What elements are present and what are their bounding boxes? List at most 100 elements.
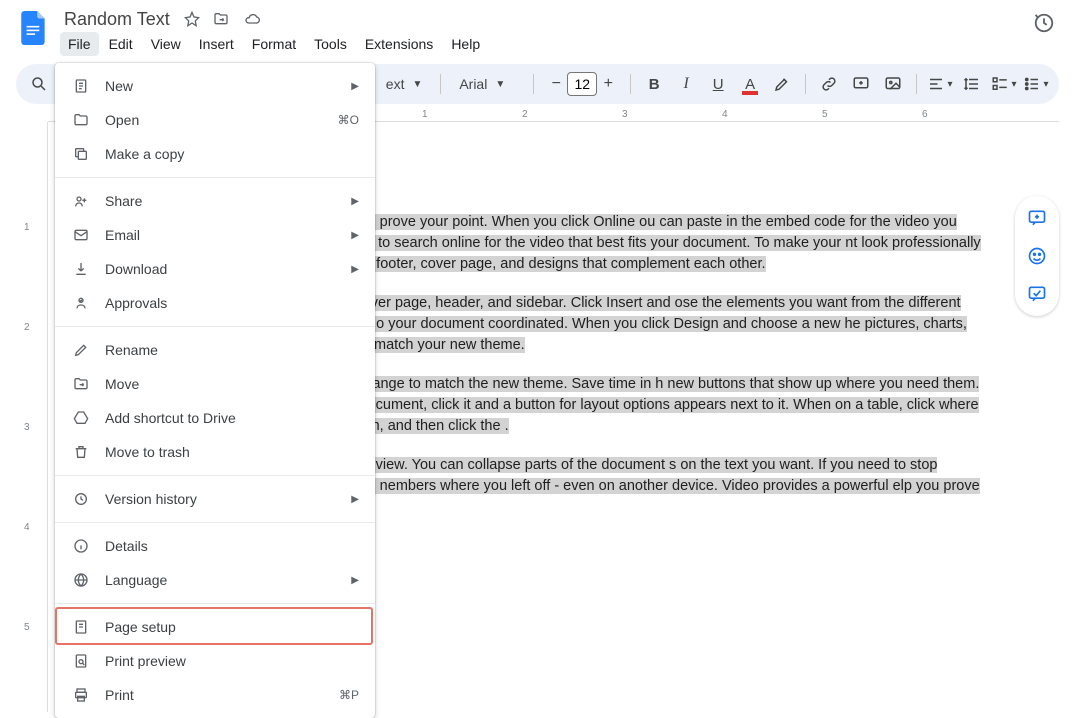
menu-new[interactable]: New ▶ (55, 69, 375, 103)
move-folder-icon[interactable] (212, 11, 230, 27)
email-icon (71, 227, 91, 243)
bulleted-list-button[interactable]: ▾ (1023, 70, 1049, 98)
checklist-button[interactable]: ▾ (991, 70, 1017, 98)
menu-view[interactable]: View (143, 32, 189, 56)
menu-rename[interactable]: Rename (55, 333, 375, 367)
style-label: ext (386, 76, 405, 92)
link-button[interactable] (816, 70, 842, 98)
menu-label: Print preview (105, 653, 359, 669)
ruler-tick: 6 (922, 109, 928, 120)
menu-move[interactable]: Move (55, 367, 375, 401)
text-color-button[interactable]: A (737, 70, 763, 98)
drive-shortcut-icon (71, 410, 91, 426)
move-icon (71, 376, 91, 392)
menu-bar: File Edit View Insert Format Tools Exten… (60, 32, 1033, 56)
menu-make-copy[interactable]: Make a copy (55, 137, 375, 171)
menu-label: Add shortcut to Drive (105, 410, 359, 426)
emoji-side-button[interactable] (1023, 242, 1051, 270)
style-selector[interactable]: ext▼ (378, 76, 431, 92)
align-button[interactable]: ▾ (927, 70, 953, 98)
menu-label: Approvals (105, 295, 359, 311)
menu-separator (55, 522, 375, 523)
file-menu-dropdown: New ▶ Open ⌘O Make a copy Share ▶ Email … (55, 63, 375, 718)
ruler-tick: 3 (622, 109, 628, 120)
menu-label: Language (105, 572, 337, 588)
menu-open[interactable]: Open ⌘O (55, 103, 375, 137)
folder-icon (71, 112, 91, 128)
menu-add-shortcut[interactable]: Add shortcut to Drive (55, 401, 375, 435)
vruler-tick: 4 (24, 522, 30, 533)
font-size-control: − + (544, 71, 620, 97)
menu-file[interactable]: File (60, 32, 99, 56)
menu-label: Download (105, 261, 337, 277)
decrease-font-button[interactable]: − (545, 75, 567, 93)
chevron-down-icon: ▾ (947, 79, 952, 90)
menu-label: Share (105, 193, 337, 209)
menu-print[interactable]: Print ⌘P (55, 678, 375, 712)
menu-print-preview[interactable]: Print preview (55, 644, 375, 678)
menu-details[interactable]: Details (55, 529, 375, 563)
vruler-tick: 2 (24, 322, 30, 333)
font-label: Arial (459, 76, 487, 92)
italic-button[interactable]: I (673, 70, 699, 98)
menu-label: New (105, 78, 337, 94)
submenu-arrow-icon: ▶ (351, 196, 359, 207)
line-spacing-button[interactable] (959, 70, 985, 98)
approvals-icon (71, 295, 91, 311)
menu-move-to-trash[interactable]: Move to trash (55, 435, 375, 469)
info-icon (71, 538, 91, 554)
page-setup-icon (71, 619, 91, 635)
activity-icon[interactable] (1033, 8, 1059, 34)
trash-icon (71, 444, 91, 460)
ruler-tick: 4 (722, 109, 728, 120)
shortcut-label: ⌘P (339, 688, 359, 702)
insert-image-button[interactable] (880, 70, 906, 98)
menu-language[interactable]: Language ▶ (55, 563, 375, 597)
menu-label: Email (105, 227, 337, 243)
ruler-tick: 1 (422, 109, 428, 120)
print-preview-icon (71, 653, 91, 669)
document-title[interactable]: Random Text (60, 7, 174, 32)
copy-icon (71, 146, 91, 162)
highlight-button[interactable] (769, 70, 795, 98)
font-size-input[interactable] (567, 72, 597, 96)
menu-download[interactable]: Download ▶ (55, 252, 375, 286)
menu-version-history[interactable]: Version history ▶ (55, 482, 375, 516)
bold-button[interactable]: B (641, 70, 667, 98)
chevron-down-icon: ▾ (1011, 79, 1016, 90)
add-comment-side-button[interactable] (1023, 204, 1051, 232)
ruler-tick: 2 (522, 109, 528, 120)
menu-help[interactable]: Help (443, 32, 488, 56)
menu-approvals[interactable]: Approvals (55, 286, 375, 320)
menu-label: Make a copy (105, 146, 359, 162)
docs-logo[interactable] (16, 10, 52, 46)
menu-tools[interactable]: Tools (306, 32, 355, 56)
add-comment-button[interactable] (848, 70, 874, 98)
star-icon[interactable] (184, 11, 200, 27)
globe-icon (71, 572, 91, 588)
menu-format[interactable]: Format (244, 32, 304, 56)
font-selector[interactable]: Arial▼ (451, 76, 523, 92)
menu-extensions[interactable]: Extensions (357, 32, 441, 56)
menu-edit[interactable]: Edit (101, 32, 141, 56)
suggest-side-button[interactable] (1023, 280, 1051, 308)
ruler-tick: 5 (822, 109, 828, 120)
menu-label: Rename (105, 342, 359, 358)
document-icon (71, 78, 91, 94)
underline-button[interactable]: U (705, 70, 731, 98)
vruler-tick: 3 (24, 422, 30, 433)
vruler-tick: 5 (24, 622, 30, 633)
comment-side-panel (1015, 196, 1059, 316)
menu-separator (55, 326, 375, 327)
search-icon[interactable] (26, 70, 52, 98)
menu-share[interactable]: Share ▶ (55, 184, 375, 218)
menu-insert[interactable]: Insert (191, 32, 242, 56)
cloud-status-icon[interactable] (242, 11, 262, 27)
increase-font-button[interactable]: + (597, 75, 619, 93)
menu-email[interactable]: Email ▶ (55, 218, 375, 252)
menu-label: Move to trash (105, 444, 359, 460)
vertical-ruler[interactable]: 1 2 3 4 5 (16, 122, 48, 712)
menu-label: Move (105, 376, 359, 392)
menu-separator (55, 475, 375, 476)
menu-page-setup[interactable]: Page setup (55, 610, 375, 644)
